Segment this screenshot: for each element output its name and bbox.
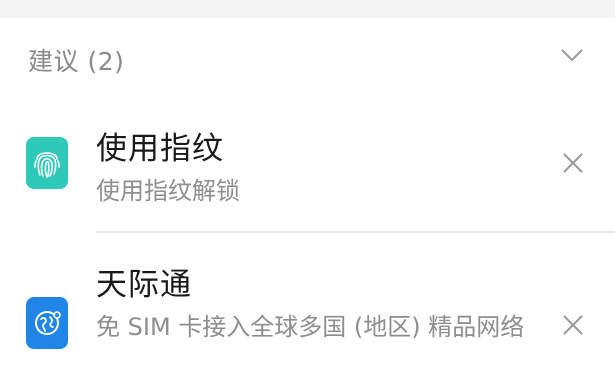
suggestion-item-tianjitong[interactable]: 天际通 免 SIM 卡接入全球多国 (地区) 精品网络 xyxy=(0,232,615,384)
suggestion-subtitle: 使用指纹解锁 xyxy=(96,177,240,205)
suggestion-subtitle: 免 SIM 卡接入全球多国 (地区) 精品网络 xyxy=(96,313,525,341)
chevron-down-icon[interactable] xyxy=(559,44,585,66)
suggestion-title: 天际通 xyxy=(96,267,192,303)
globe-icon xyxy=(26,297,68,349)
top-strip xyxy=(0,0,615,18)
suggestions-header[interactable]: 建议 (2) xyxy=(0,18,615,100)
close-icon[interactable] xyxy=(562,314,584,336)
close-icon[interactable] xyxy=(562,152,584,174)
section-title: 建议 (2) xyxy=(28,47,125,76)
suggestion-item-fingerprint[interactable]: 使用指纹 使用指纹解锁 xyxy=(0,100,615,232)
fingerprint-icon xyxy=(26,137,68,189)
suggestion-title: 使用指纹 xyxy=(96,131,224,167)
